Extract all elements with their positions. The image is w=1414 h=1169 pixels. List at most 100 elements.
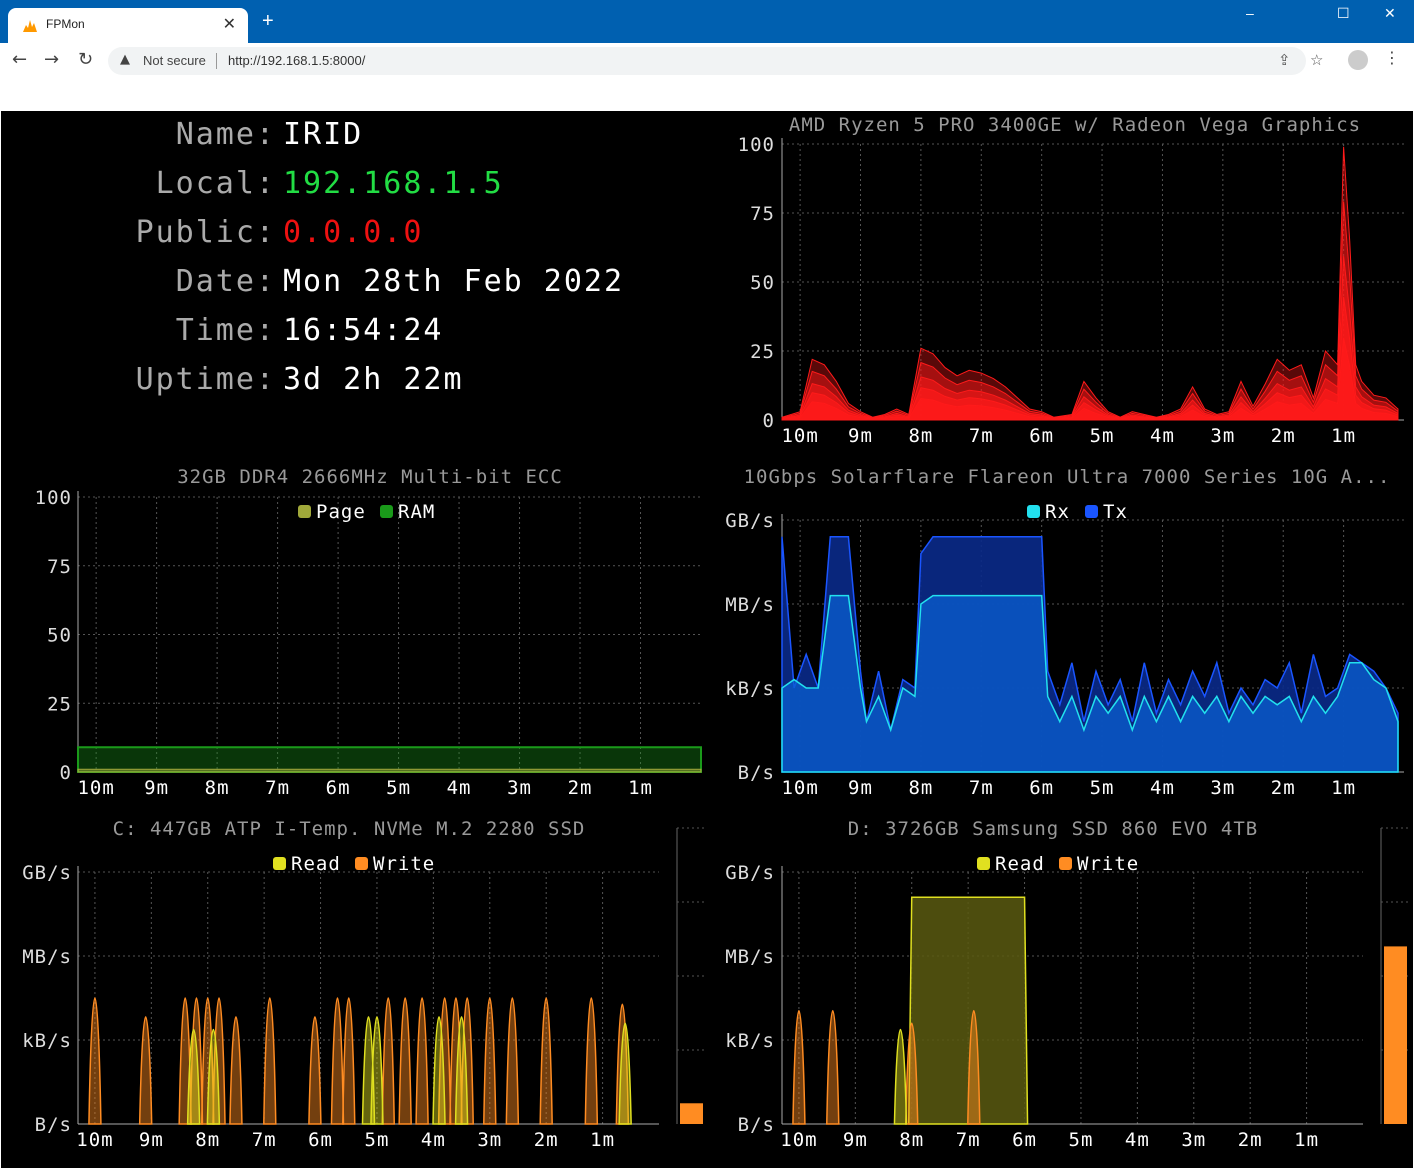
cpu-x-tick: 4m bbox=[1150, 425, 1175, 447]
memory-x-tick: 2m bbox=[568, 777, 593, 799]
memory-x-tick: 10m bbox=[77, 777, 114, 799]
disk-d-x-tick: 10m bbox=[780, 1129, 817, 1151]
disk-c-usage-bar bbox=[680, 1103, 703, 1124]
cpu-x-tick: 9m bbox=[848, 425, 873, 447]
disk-d-x-tick: 5m bbox=[1069, 1129, 1094, 1151]
disk-d-x-tick: 7m bbox=[956, 1129, 981, 1151]
memory-x-tick: 9m bbox=[144, 777, 169, 799]
disk-c-x-tick: 8m bbox=[195, 1129, 220, 1151]
disk-c-series-write-spike bbox=[398, 997, 412, 1125]
disk-d-x-tick: 1m bbox=[1294, 1129, 1319, 1151]
disk-c-legend-swatch-write bbox=[355, 857, 368, 870]
network-series-rx bbox=[781, 594, 1399, 773]
disk-c-x-tick: 6m bbox=[308, 1129, 333, 1151]
disk-d-y-tick: B/s bbox=[738, 1114, 775, 1136]
disk-c-x-tick: 4m bbox=[421, 1129, 446, 1151]
disk-c-x-tick: 1m bbox=[590, 1129, 615, 1151]
charts-canvas: 100755025010m 9m 8m 7m 6m 5m 4m 3m 2m 1mAMD Ryzen… bbox=[22, 114, 1410, 1151]
disk-c-series-write-spike bbox=[505, 997, 520, 1125]
disk-c-legend-swatch-read bbox=[273, 857, 286, 870]
network-x-tick: 7m bbox=[969, 777, 994, 799]
disk-c-series-write-spike bbox=[539, 997, 553, 1125]
forward-arrow-icon[interactable]: → bbox=[44, 49, 59, 70]
disk-c-x-tick: 7m bbox=[252, 1129, 277, 1151]
tab-title: FPMon bbox=[46, 17, 85, 31]
security-label[interactable]: Not secure bbox=[143, 53, 206, 68]
disk-c-x-tick: 9m bbox=[139, 1129, 164, 1151]
share-icon[interactable]: ⇪ bbox=[1278, 51, 1291, 69]
cpu-x-tick: 8m bbox=[908, 425, 933, 447]
cpu-title: AMD Ryzen 5 PRO 3400GE w/ Radeon Vega Gr… bbox=[789, 114, 1361, 136]
cpu-x-tick: 3m bbox=[1210, 425, 1235, 447]
memory-legend-swatch-page bbox=[298, 505, 311, 518]
cpu-y-tick: 0 bbox=[763, 410, 775, 432]
back-arrow-icon[interactable]: ← bbox=[12, 49, 27, 70]
disk-d-y-tick: GB/s bbox=[725, 862, 775, 884]
fpmon-favicon-icon bbox=[23, 20, 37, 32]
browser-tab[interactable]: FPMon ✕ bbox=[8, 8, 248, 43]
reload-icon[interactable]: ↻ bbox=[78, 49, 93, 70]
disk-d-x-tick: 6m bbox=[1012, 1129, 1037, 1151]
minimize-button[interactable]: – bbox=[1246, 5, 1254, 21]
address-bar[interactable]: ▲ Not secure http://192.168.1.5:8000/ ⇪ … bbox=[108, 47, 1323, 75]
disk-d-series-write-spike bbox=[792, 1009, 806, 1125]
disk-c-series-write-spike bbox=[330, 997, 345, 1125]
fpmon-dashboard: Name: IRID Local: 192.168.1.5 Public: 0.… bbox=[1, 111, 1413, 1168]
disk-c-y-tick: kB/s bbox=[22, 1030, 72, 1052]
memory-x-tick: 8m bbox=[205, 777, 230, 799]
network-title: 10Gbps Solarflare Flareon Ultra 7000 Ser… bbox=[744, 466, 1391, 488]
disk-c-legend-write: Write bbox=[373, 853, 435, 875]
browser-toolbar: ← → ↻ ▲ Not secure http://192.168.1.5:80… bbox=[0, 43, 1414, 79]
network-x-tick: 1m bbox=[1331, 777, 1356, 799]
network-legend-rx: Rx bbox=[1045, 501, 1070, 523]
profile-avatar-icon[interactable] bbox=[1348, 50, 1368, 70]
disk-c-x-tick: 2m bbox=[534, 1129, 559, 1151]
network-x-tick: 9m bbox=[848, 777, 873, 799]
cpu-x-tick: 7m bbox=[969, 425, 994, 447]
disk-d-x-tick: 2m bbox=[1238, 1129, 1263, 1151]
cpu-x-tick: 6m bbox=[1029, 425, 1054, 447]
tab-close-icon[interactable]: ✕ bbox=[223, 14, 236, 33]
bookmark-star-icon[interactable]: ☆ bbox=[1310, 51, 1323, 69]
disk-d-series-read-spike bbox=[893, 1029, 908, 1125]
address-separator bbox=[216, 53, 217, 69]
disk-c-series-write-spike bbox=[483, 997, 497, 1125]
disk-d-y-tick: kB/s bbox=[725, 1030, 775, 1052]
cpu-y-tick: 100 bbox=[738, 134, 775, 156]
disk-c-x-tick: 3m bbox=[477, 1129, 502, 1151]
memory-y-tick: 0 bbox=[60, 762, 72, 784]
network-y-tick: B/s bbox=[738, 762, 775, 784]
network-x-tick: 8m bbox=[908, 777, 933, 799]
new-tab-button[interactable]: + bbox=[262, 10, 274, 33]
memory-series-page bbox=[77, 768, 702, 773]
maximize-button[interactable]: ☐ bbox=[1337, 5, 1350, 22]
memory-legend-page: Page bbox=[316, 501, 366, 523]
disk-c-legend-read: Read bbox=[291, 853, 341, 875]
cpu-y-tick: 25 bbox=[750, 341, 775, 363]
disk-c-series-write-spike bbox=[381, 997, 396, 1125]
disk-d-legend-swatch-read bbox=[977, 857, 990, 870]
disk-c-y-tick: B/s bbox=[35, 1114, 72, 1136]
disk-c-series-write-spike bbox=[138, 1016, 153, 1125]
kebab-menu-icon[interactable]: ⋮ bbox=[1384, 48, 1400, 67]
disk-d-y-tick: MB/s bbox=[725, 946, 775, 968]
network-legend-swatch-tx bbox=[1085, 505, 1098, 518]
disk-c-y-tick: MB/s bbox=[22, 946, 72, 968]
disk-d-title: D: 3726GB Samsung SSD 860 EVO 4TB bbox=[848, 818, 1259, 840]
network-x-tick: 4m bbox=[1150, 777, 1175, 799]
network-legend-tx: Tx bbox=[1103, 501, 1128, 523]
memory-x-tick: 7m bbox=[265, 777, 290, 799]
disk-d-x-tick: 9m bbox=[843, 1129, 868, 1151]
warning-icon[interactable]: ▲ bbox=[120, 52, 130, 67]
cpu-x-tick: 10m bbox=[781, 425, 818, 447]
disk-c-y-tick: GB/s bbox=[22, 862, 72, 884]
cpu-x-tick: 2m bbox=[1271, 425, 1296, 447]
memory-series-ram bbox=[77, 746, 702, 773]
window-close-button[interactable]: ✕ bbox=[1384, 5, 1396, 22]
network-y-tick: GB/s bbox=[725, 510, 775, 532]
memory-x-tick: 3m bbox=[507, 777, 532, 799]
memory-x-tick: 4m bbox=[447, 777, 472, 799]
url-text[interactable]: http://192.168.1.5:8000/ bbox=[228, 53, 365, 68]
network-y-tick: MB/s bbox=[725, 594, 775, 616]
disk-c-series-write-spike bbox=[584, 997, 599, 1125]
